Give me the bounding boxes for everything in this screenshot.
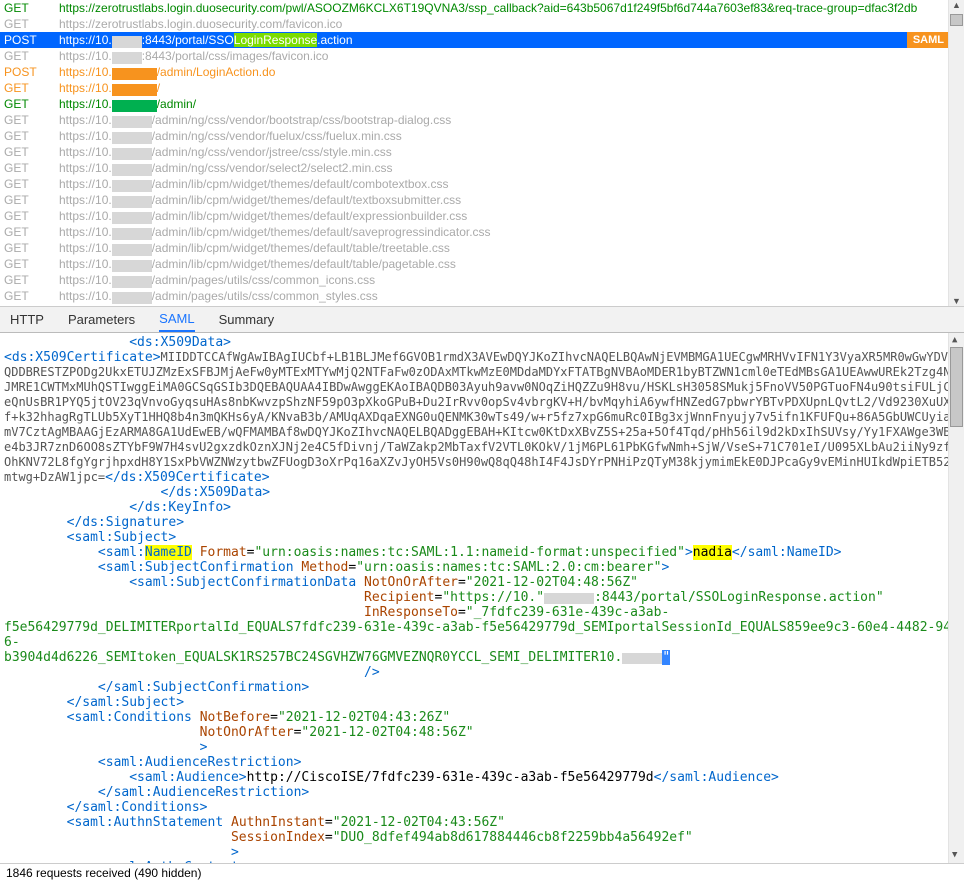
request-url: https://10./admin/lib/cpm/widget/themes/… xyxy=(59,176,964,192)
request-method: GET xyxy=(4,192,59,208)
request-row[interactable]: GEThttps://10./admin/lib/cpm/widget/them… xyxy=(0,240,964,256)
request-method: GET xyxy=(4,48,59,64)
request-method: GET xyxy=(4,240,59,256)
request-method: GET xyxy=(4,80,59,96)
request-method: GET xyxy=(4,208,59,224)
request-url: https://10.:8443/portal/css/images/favic… xyxy=(59,48,964,64)
request-row[interactable]: GEThttps://10./ xyxy=(0,80,964,96)
request-url: https://10./admin/pages/utils/css/common… xyxy=(59,272,964,288)
tab-saml[interactable]: SAML xyxy=(159,307,194,332)
detail-tabs: HTTP Parameters SAML Summary xyxy=(0,307,964,333)
request-url: https://10.:8443/portal/SSOLoginResponse… xyxy=(59,32,964,48)
request-url: https://10./admin/ng/css/vendor/fuelux/c… xyxy=(59,128,964,144)
request-method: GET xyxy=(4,224,59,240)
request-url: https://10./admin/LoginAction.do xyxy=(59,64,964,80)
request-method: GET xyxy=(4,256,59,272)
request-row[interactable]: GEThttps://10./admin/pages/utils/css/com… xyxy=(0,272,964,288)
request-row[interactable]: GEThttps://10./admin/ng/css/vendor/fuelu… xyxy=(0,128,964,144)
request-method: GET xyxy=(4,0,59,16)
request-row[interactable]: GEThttps://10./admin/lib/cpm/widget/them… xyxy=(0,208,964,224)
request-method: GET xyxy=(4,96,59,112)
request-row[interactable]: GEThttps://10./admin/ng/css/vendor/boots… xyxy=(0,112,964,128)
request-row[interactable]: GEThttps://10./admin/ xyxy=(0,96,964,112)
request-method: GET xyxy=(4,288,59,304)
request-url: https://10./admin/ng/css/vendor/bootstra… xyxy=(59,112,964,128)
request-list-pane: GEThttps://zerotrustlabs.login.duosecuri… xyxy=(0,0,964,307)
tab-summary[interactable]: Summary xyxy=(219,308,275,331)
status-bar: 1846 requests received (490 hidden) xyxy=(0,863,964,883)
request-method: GET xyxy=(4,272,59,288)
request-row[interactable]: GEThttps://10./admin/lib/cpm/widget/them… xyxy=(0,224,964,240)
request-row[interactable]: GEThttps://10./admin/pages/utils/css/com… xyxy=(0,288,964,304)
request-method: GET xyxy=(4,144,59,160)
request-url: https://10./admin/lib/cpm/widget/themes/… xyxy=(59,208,964,224)
request-url: https://zerotrustlabs.login.duosecurity.… xyxy=(59,16,964,32)
request-url: https://10./admin/ng/css/vendor/select2/… xyxy=(59,160,964,176)
request-url: https://10./admin/pages/utils/css/common… xyxy=(59,288,964,304)
request-scrollbar[interactable] xyxy=(948,0,964,306)
saml-badge: SAML xyxy=(907,32,950,48)
request-row[interactable]: GEThttps://10./admin/lib/cpm/widget/them… xyxy=(0,192,964,208)
tab-parameters[interactable]: Parameters xyxy=(68,308,135,331)
request-url: https://10./admin/lib/cpm/widget/themes/… xyxy=(59,240,964,256)
request-row[interactable]: POSThttps://10.:8443/portal/SSOLoginResp… xyxy=(0,32,964,48)
request-row[interactable]: GEThttps://zerotrustlabs.login.duosecuri… xyxy=(0,16,964,32)
request-row[interactable]: POSThttps://10./admin/LoginAction.do xyxy=(0,64,964,80)
request-row[interactable]: GEThttps://10./admin/ng/css/vendor/jstre… xyxy=(0,144,964,160)
content-scrollbar[interactable] xyxy=(948,333,964,863)
request-method: GET xyxy=(4,160,59,176)
request-url: https://10./admin/lib/cpm/widget/themes/… xyxy=(59,192,964,208)
request-method: GET xyxy=(4,176,59,192)
request-row[interactable]: GEThttps://zerotrustlabs.login.duosecuri… xyxy=(0,0,964,16)
request-row[interactable]: GEThttps://10./admin/lib/cpm/widget/them… xyxy=(0,256,964,272)
request-row[interactable]: GEThttps://10./admin/lib/cpm/widget/them… xyxy=(0,176,964,192)
request-url: https://10./admin/lib/cpm/widget/themes/… xyxy=(59,256,964,272)
request-url: https://zerotrustlabs.login.duosecurity.… xyxy=(59,0,964,16)
request-method: GET xyxy=(4,16,59,32)
request-method: POST xyxy=(4,64,59,80)
request-method: POST xyxy=(4,32,59,48)
request-url: https://10./admin/ng/css/vendor/jstree/c… xyxy=(59,144,964,160)
request-count-status: 1846 requests received (490 hidden) xyxy=(6,866,201,880)
request-row[interactable]: GEThttps://10./admin/ng/css/vendor/selec… xyxy=(0,160,964,176)
request-row[interactable]: GEThttps://10.:8443/portal/css/images/fa… xyxy=(0,48,964,64)
request-url: https://10./admin/ xyxy=(59,96,964,112)
saml-content-pane[interactable]: <ds:X509Data> <ds:X509Certificate>MIIDDT… xyxy=(0,333,964,863)
request-url: https://10./admin/lib/cpm/widget/themes/… xyxy=(59,224,964,240)
tab-http[interactable]: HTTP xyxy=(10,308,44,331)
request-method: GET xyxy=(4,112,59,128)
request-method: GET xyxy=(4,128,59,144)
request-url: https://10./ xyxy=(59,80,964,96)
